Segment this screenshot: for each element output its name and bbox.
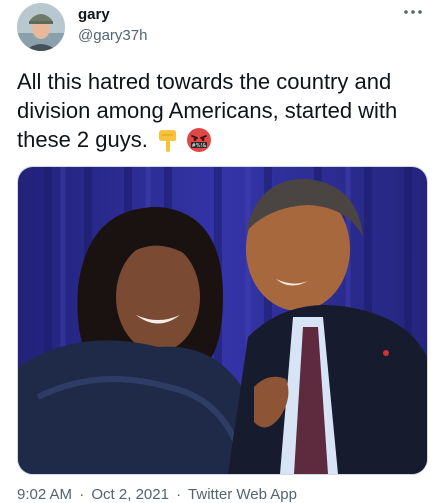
author-handle[interactable]: @gary37h: [78, 26, 147, 46]
backhand-index-pointing-down-icon: [154, 127, 180, 153]
meta-separator: ·: [79, 486, 85, 503]
tweet-date[interactable]: Oct 2, 2021: [91, 486, 169, 503]
tweet-photo[interactable]: [17, 166, 428, 475]
author-display-name[interactable]: gary: [78, 6, 147, 24]
author-avatar[interactable]: [17, 3, 65, 51]
tweet-source[interactable]: Twitter Web App: [188, 486, 297, 503]
tweet-header: gary @gary37h: [0, 0, 443, 60]
author-names: gary @gary37h: [78, 6, 147, 46]
tweet-text: All this hatred towards the country and …: [17, 67, 432, 154]
more-horizontal-icon[interactable]: [401, 2, 425, 22]
emoji-symbols: #%!&: [192, 143, 207, 149]
meta-separator: ·: [176, 486, 182, 503]
tweet-time[interactable]: 9:02 AM: [17, 486, 72, 503]
avatar-image: [17, 3, 65, 51]
photo-couple-curtain: [18, 167, 427, 474]
tweet-meta: 9:02 AM · Oct 2, 2021 · Twitter Web App: [17, 486, 297, 503]
face-with-symbols-on-mouth-icon: #%!&: [186, 127, 212, 153]
